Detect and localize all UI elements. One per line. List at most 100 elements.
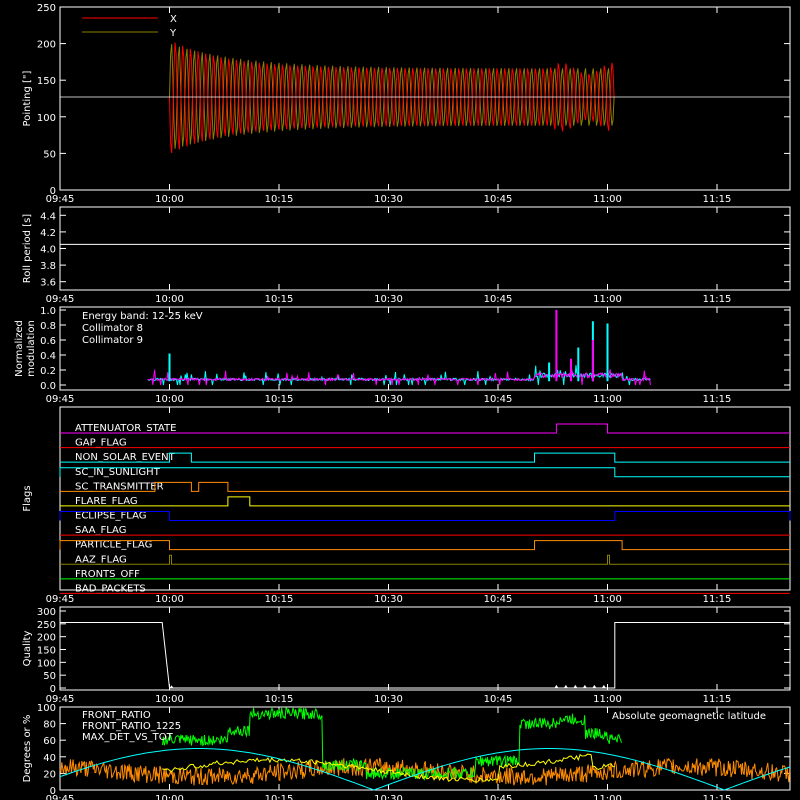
flag-label-sc-in-sunlight: SC_IN_SUNLIGHT bbox=[75, 467, 161, 478]
y-axis-label: Roll period [s] bbox=[22, 214, 33, 283]
y-tick-label: 150 bbox=[37, 76, 56, 87]
x-tick-label: 11:00 bbox=[593, 394, 622, 405]
y-tick-label: 0.8 bbox=[40, 321, 56, 332]
x-tick-label: 10:00 bbox=[155, 294, 184, 305]
x-tick-label: 10:15 bbox=[265, 294, 294, 305]
legend-label: Collimator 8 bbox=[82, 323, 143, 334]
x-tick-label: 11:00 bbox=[593, 794, 622, 800]
quality-blip bbox=[601, 684, 606, 688]
y-tick-label: 3.8 bbox=[40, 261, 56, 272]
y-axis-label: Quality bbox=[22, 631, 33, 667]
x-tick-label: 11:00 bbox=[593, 294, 622, 305]
flag-trace-sc-in-sunlight bbox=[59, 467, 790, 478]
quality-blip bbox=[582, 684, 587, 688]
y-axis-label: modulation bbox=[26, 320, 37, 377]
x-tick-label: 10:45 bbox=[484, 394, 513, 405]
y-tick-label: 100 bbox=[37, 113, 56, 124]
y-axis-label: Normalized bbox=[14, 320, 25, 377]
quality-blip bbox=[592, 684, 597, 688]
flag-trace-sc-transmitter bbox=[60, 481, 790, 492]
annotation-geomagnetic-latitude: Absolute geomagnetic latitude bbox=[612, 711, 766, 722]
y-tick-label: 50 bbox=[43, 149, 56, 160]
legend-label: FRONT_RATIO_1225 bbox=[82, 721, 181, 732]
x-tick-label: 09:45 bbox=[46, 394, 75, 405]
y-tick-label: 80 bbox=[43, 720, 56, 731]
y-tick-label: 200 bbox=[37, 633, 56, 644]
panel-4-frame bbox=[59, 606, 791, 691]
flag-label-aaz-flag: AAZ_FLAG bbox=[75, 554, 127, 565]
y-tick-label: 100 bbox=[37, 703, 56, 714]
y-tick-label: 0 bbox=[50, 684, 56, 695]
flag-trace-non-solar-event bbox=[60, 452, 790, 463]
y-tick-label: 300 bbox=[37, 607, 56, 618]
legend-label: Energy band: 12-25 keV bbox=[82, 311, 203, 322]
x-tick-label: 10:15 bbox=[265, 794, 294, 800]
x-tick-label: 10:15 bbox=[265, 694, 294, 705]
x-tick-label: 10:30 bbox=[374, 194, 403, 205]
x-tick-label: 10:00 bbox=[155, 394, 184, 405]
legend-label: FRONT_RATIO bbox=[82, 710, 151, 721]
y-tick-label: 4.4 bbox=[40, 211, 56, 222]
quality-blip bbox=[169, 685, 174, 688]
y-tick-label: 4.2 bbox=[40, 228, 56, 239]
x-tick-label: 11:15 bbox=[703, 694, 732, 705]
legend-label-x: X bbox=[170, 14, 177, 25]
x-tick-label: 10:45 bbox=[484, 794, 513, 800]
series-front-ratio-1225-line bbox=[162, 706, 622, 781]
y-tick-label: 250 bbox=[37, 3, 56, 14]
y-tick-label: 150 bbox=[37, 646, 56, 657]
x-tick-label: 11:15 bbox=[703, 294, 732, 305]
y-tick-label: 0.4 bbox=[40, 351, 56, 362]
flag-label-flare-flag: FLARE_FLAG bbox=[75, 496, 138, 507]
x-tick-label: 10:30 bbox=[374, 594, 403, 605]
x-tick-label: 09:45 bbox=[46, 294, 75, 305]
series-x-line bbox=[169, 42, 615, 154]
y-tick-label: 60 bbox=[43, 736, 56, 747]
x-tick-label: 10:00 bbox=[155, 794, 184, 800]
flag-label-eclipse-flag: ECLIPSE_FLAG bbox=[75, 511, 146, 522]
x-tick-label: 11:15 bbox=[703, 794, 732, 800]
y-tick-label: 0.0 bbox=[40, 381, 56, 392]
legend-label-y: Y bbox=[169, 28, 177, 39]
y-tick-label: 100 bbox=[37, 658, 56, 669]
x-tick-label: 11:15 bbox=[703, 594, 732, 605]
y-axis-label: Degrees or % bbox=[22, 715, 33, 783]
x-tick-label: 10:00 bbox=[155, 594, 184, 605]
legend-label: Collimator 9 bbox=[82, 335, 143, 346]
y-axis-label: Flags bbox=[22, 485, 33, 511]
flag-label-saa-flag: SAA_FLAG bbox=[75, 525, 126, 536]
flag-trace-particle-flag bbox=[59, 540, 790, 551]
y-tick-label: 200 bbox=[37, 40, 56, 51]
quality-blip bbox=[573, 684, 578, 688]
x-tick-label: 10:45 bbox=[484, 694, 513, 705]
x-tick-label: 10:30 bbox=[374, 694, 403, 705]
x-tick-label: 11:00 bbox=[593, 594, 622, 605]
x-tick-label: 09:45 bbox=[46, 594, 75, 605]
flag-trace-eclipse-flag bbox=[59, 511, 791, 521]
x-tick-label: 10:15 bbox=[265, 594, 294, 605]
x-tick-label: 10:15 bbox=[265, 394, 294, 405]
x-tick-label: 10:00 bbox=[155, 694, 184, 705]
x-tick-label: 10:30 bbox=[374, 394, 403, 405]
y-tick-label: 20 bbox=[43, 769, 56, 780]
x-tick-label: 10:30 bbox=[374, 794, 403, 800]
flag-label-non-solar-event: NON_SOLAR_EVENT bbox=[75, 452, 176, 463]
y-tick-label: 1.0 bbox=[40, 306, 56, 317]
y-tick-label: 40 bbox=[43, 753, 56, 764]
y-tick-label: 50 bbox=[43, 671, 56, 682]
y-tick-label: 4.0 bbox=[40, 245, 56, 256]
flag-label-fronts-off: FRONTS_OFF bbox=[75, 569, 140, 580]
x-tick-label: 11:15 bbox=[703, 194, 732, 205]
y-tick-label: 0.2 bbox=[40, 366, 56, 377]
flag-label-sc-transmitter: SC_TRANSMITTER bbox=[75, 481, 164, 492]
quality-line bbox=[60, 622, 790, 689]
hessi-summary-chart: 09:45 10:00 10:15 10:30 10:45 11:00 11:15 0 50 10… bbox=[14, 3, 791, 800]
x-tick-label: 10:00 bbox=[155, 194, 184, 205]
flag-label-attenuator-state: ATTENUATOR_STATE bbox=[75, 423, 176, 434]
x-tick-label: 11:15 bbox=[703, 394, 732, 405]
x-tick-label: 10:30 bbox=[374, 294, 403, 305]
x-tick-label: 11:00 bbox=[593, 694, 622, 705]
y-tick-label: 0 bbox=[50, 186, 56, 197]
flag-label-bad-packets: BAD_PACKETS bbox=[75, 583, 146, 594]
quality-blip bbox=[554, 684, 559, 688]
